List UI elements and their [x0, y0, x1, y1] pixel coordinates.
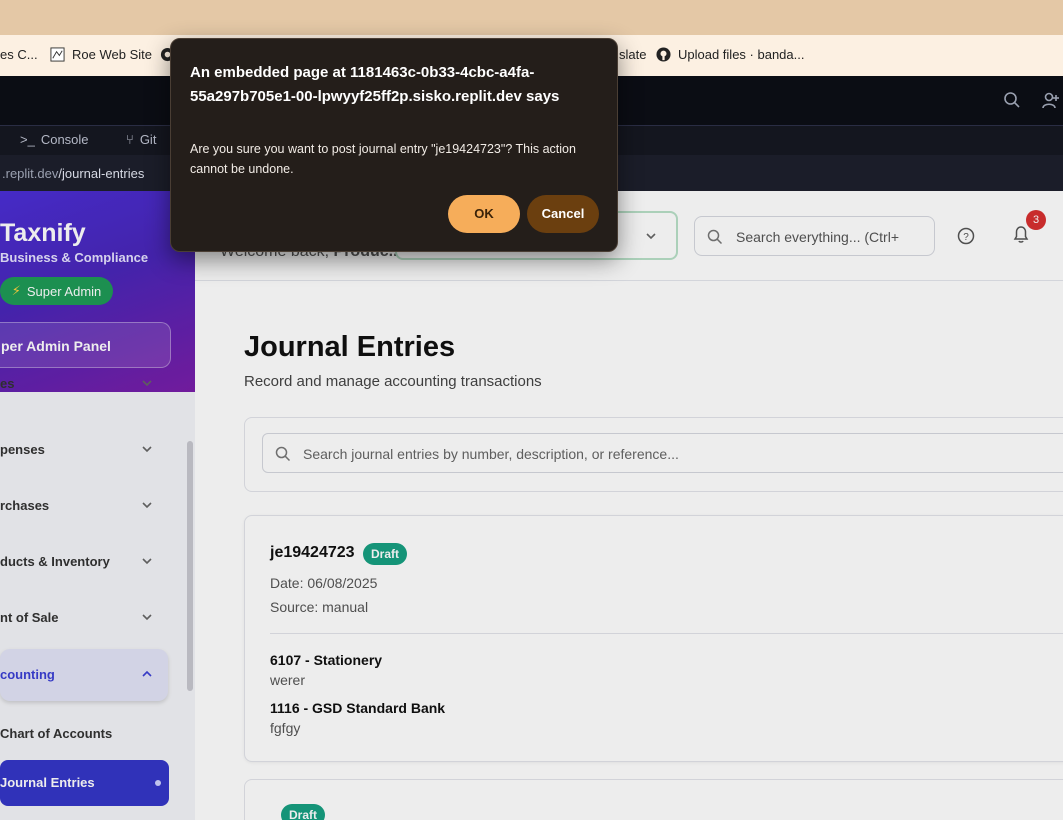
- sidebar-item-accounting[interactable]: counting: [0, 649, 168, 701]
- search-placeholder: Search journal entries by number, descri…: [303, 446, 679, 462]
- chevron-down-icon: [646, 233, 656, 240]
- cancel-button[interactable]: Cancel: [527, 195, 599, 233]
- brand-panel: Taxnify Business & Compliance ⚡ Super Ad…: [0, 191, 195, 392]
- svg-text:?: ?: [963, 232, 969, 243]
- page-subtitle: Record and manage accounting transaction…: [244, 373, 542, 390]
- sidebar-subitem-journal-entries[interactable]: Journal Entries: [0, 760, 169, 806]
- url-text: .replit.dev/journal-entries: [2, 166, 144, 181]
- nav-label: nt of Sale: [0, 610, 59, 625]
- dialog-message: Are you sure you want to post journal en…: [190, 142, 576, 176]
- search-icon: [707, 229, 723, 245]
- github-icon: [656, 47, 671, 62]
- app-viewport: Taxnify Business & Compliance ⚡ Super Ad…: [0, 191, 1063, 820]
- terminal-icon: >_: [20, 132, 35, 147]
- main-content: Journal Entries Record and manage accoun…: [195, 281, 1063, 820]
- search-placeholder: Search everything... (Ctrl+: [736, 229, 900, 245]
- entry-date: Date: 06/08/2025: [270, 575, 378, 591]
- nav-label: ducts & Inventory: [0, 554, 110, 569]
- journal-entry-card[interactable]: je19424723 Draft Date: 06/08/2025 Source…: [244, 515, 1063, 762]
- chevron-down-icon: [142, 446, 152, 453]
- super-admin-badge: ⚡ Super Admin: [0, 277, 113, 305]
- chevron-up-icon: [142, 670, 152, 677]
- confirm-dialog: An embedded page at 1181463c-0b33-4cbc-a…: [170, 38, 618, 252]
- nav-label: counting: [0, 667, 55, 682]
- line-description: werer: [270, 672, 306, 688]
- subitem-label: Journal Entries: [0, 775, 95, 790]
- dialog-title: An embedded page at 1181463c-0b33-4cbc-a…: [190, 64, 560, 105]
- chevron-down-icon: [142, 502, 152, 509]
- nav-label: penses: [0, 442, 45, 457]
- bookmark-roe-web-site[interactable]: Roe Web Site: [50, 47, 152, 62]
- chevron-down-icon: [142, 380, 152, 387]
- roe-site-icon: [50, 47, 65, 62]
- url-path: /journal-entries: [58, 166, 145, 181]
- chevron-down-icon: [142, 558, 152, 565]
- sidebar-item-products-inventory[interactable]: ducts & Inventory: [0, 537, 168, 587]
- tab-console[interactable]: >_ Console: [20, 132, 89, 147]
- nav-label: es: [0, 376, 15, 391]
- search-icon: [275, 446, 291, 462]
- status-badge: Draft: [363, 543, 408, 565]
- journal-search-input[interactable]: Search journal entries by number, descri…: [262, 433, 1063, 473]
- line-description: fgfgy: [270, 720, 301, 736]
- entry-source: Source: manual: [270, 599, 369, 615]
- search-icon[interactable]: [1003, 91, 1021, 109]
- lightning-icon: ⚡: [11, 283, 21, 298]
- sidebar-item-sales[interactable]: es: [0, 371, 168, 401]
- sidebar-scrollbar[interactable]: [187, 441, 193, 691]
- help-icon[interactable]: ?: [957, 227, 975, 245]
- tab-label: Console: [40, 132, 89, 147]
- bookmark-label: es C...: [0, 47, 38, 62]
- tab-label: Git: [139, 132, 157, 147]
- browser-titlebar: [0, 0, 1063, 35]
- sidebar-item-expenses[interactable]: penses: [0, 425, 168, 475]
- tab-git[interactable]: ⑂ Git: [126, 132, 156, 147]
- bookmark-label: slate: [619, 47, 647, 62]
- entry-number: je19424723: [270, 544, 355, 561]
- add-user-icon[interactable]: [1041, 91, 1059, 109]
- sidebar-subitem-chart-of-accounts[interactable]: Chart of Accounts: [0, 726, 112, 741]
- divider: [270, 633, 1063, 634]
- url-host: .replit.dev: [2, 166, 59, 181]
- bookmark-label: Upload files · banda...: [678, 47, 805, 62]
- chevron-down-icon: [142, 614, 152, 621]
- search-card: Search journal entries by number, descri…: [244, 417, 1063, 492]
- nav-label: rchases: [0, 498, 50, 513]
- git-icon: ⑂: [126, 132, 134, 147]
- line-account: 6107 - Stationery: [270, 652, 383, 668]
- super-admin-panel-button[interactable]: per Admin Panel: [0, 322, 171, 368]
- notification-count-badge: 3: [1026, 210, 1046, 230]
- global-search-input[interactable]: Search everything... (Ctrl+: [694, 216, 935, 256]
- bookmark-upload-files[interactable]: Upload files · banda...: [656, 47, 804, 62]
- status-badge: Draft: [281, 804, 326, 820]
- bookmark-label: Roe Web Site: [72, 47, 152, 62]
- brand-subtitle: Business & Compliance: [0, 250, 149, 265]
- bookmark-slate[interactable]: slate: [619, 47, 646, 62]
- sidebar-item-purchases[interactable]: rchases: [0, 481, 168, 531]
- journal-entry-card[interactable]: Draft: [244, 779, 1063, 820]
- line-account: 1116 - GSD Standard Bank: [270, 700, 446, 716]
- ok-button[interactable]: OK: [448, 195, 520, 233]
- active-indicator-dot: [155, 780, 161, 786]
- sidebar-item-point-of-sale[interactable]: nt of Sale: [0, 593, 168, 643]
- sidebar: Taxnify Business & Compliance ⚡ Super Ad…: [0, 191, 195, 820]
- page-title: Journal Entries: [244, 331, 456, 363]
- brand-name: Taxnify: [0, 219, 86, 247]
- bookmark-1[interactable]: es C...: [0, 47, 38, 62]
- badge-label: Super Admin: [26, 283, 102, 299]
- admin-panel-label: per Admin Panel: [1, 338, 111, 354]
